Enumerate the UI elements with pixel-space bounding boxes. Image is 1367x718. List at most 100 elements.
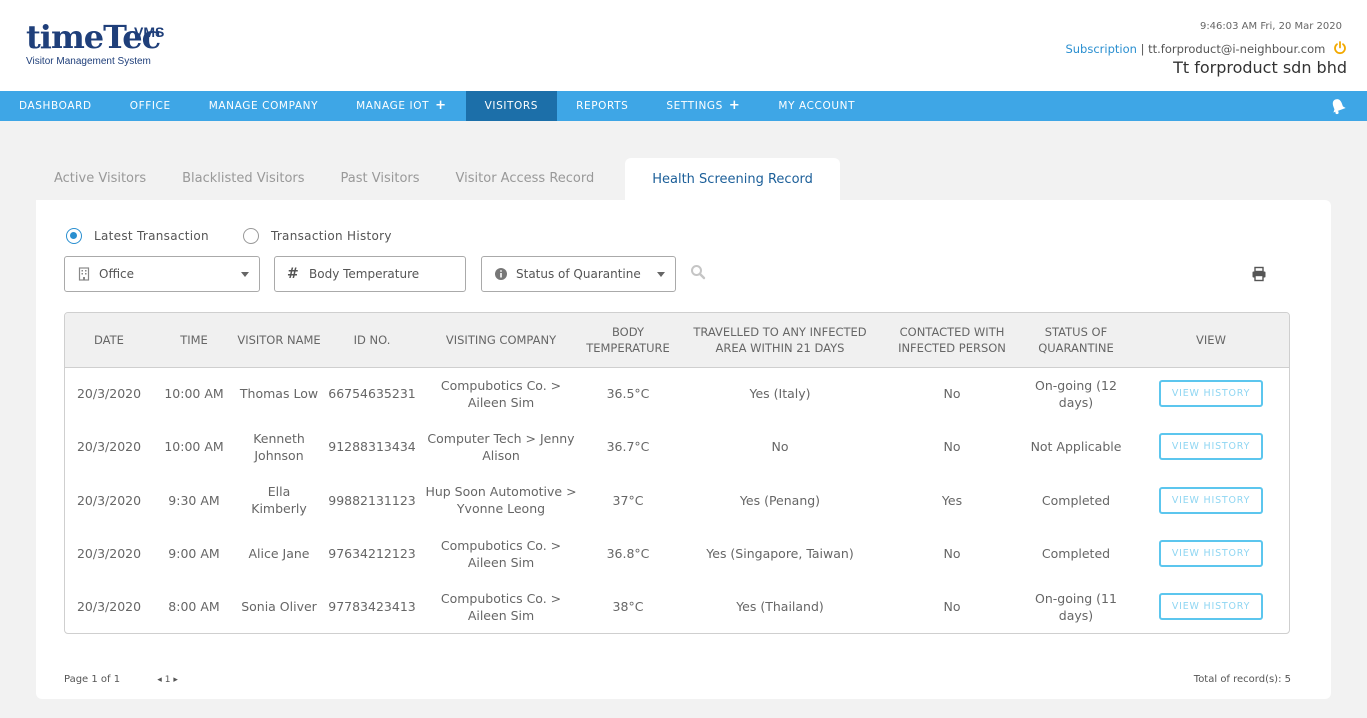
- cell-id-no: 66754635231: [328, 386, 416, 402]
- info-icon: [495, 268, 507, 280]
- current-datetime: 9:46:03 AM Fri, 20 Mar 2020: [1199, 21, 1342, 32]
- table-row: 20/3/2020 9:30 AM Ella Kimberly 99882131…: [65, 474, 1289, 527]
- cell-visitor-name: Alice Jane: [248, 546, 310, 562]
- pagination: Page 1 of 1 ◂ 1 ▸: [64, 674, 178, 685]
- nav-settings[interactable]: SETTINGS +: [647, 91, 759, 121]
- cell-quarantine-status: On-going (12 days): [1035, 377, 1117, 410]
- nav-manage-iot[interactable]: MANAGE IOT +: [337, 91, 465, 121]
- cell-quarantine-status: Not Applicable: [1030, 439, 1122, 455]
- cell-time: 9:00 AM: [168, 546, 220, 562]
- cell-time: 10:00 AM: [164, 439, 224, 455]
- nav-manage-company[interactable]: MANAGE COMPANY: [190, 91, 337, 121]
- radio-label-latest[interactable]: Latest Transaction: [94, 229, 209, 243]
- col-travelled: TRAVELLED TO ANY INFECTED AREA WITHIN 21…: [675, 313, 885, 368]
- quarantine-status-select[interactable]: Status of Quarantine: [481, 256, 676, 292]
- nav-office[interactable]: OFFICE: [111, 91, 190, 121]
- chevron-down-icon: [657, 272, 665, 277]
- cell-view: VIEW HISTORY: [1133, 527, 1289, 580]
- nav-reports[interactable]: REPORTS: [557, 91, 647, 121]
- cell-view: VIEW HISTORY: [1133, 580, 1289, 633]
- office-select-value: Office: [99, 267, 135, 281]
- table-row: 20/3/2020 10:00 AM Thomas Low 6675463523…: [65, 367, 1289, 420]
- cell-quarantine-status: Completed: [1041, 492, 1111, 508]
- col-visiting-company: VISITING COMPANY: [421, 313, 581, 368]
- hash-icon: #: [287, 266, 299, 282]
- nav-my-account[interactable]: MY ACCOUNT: [759, 91, 874, 121]
- col-body-temperature: BODY TEMPERATURE: [581, 313, 675, 368]
- main-nav: DASHBOARD OFFICE MANAGE COMPANY MANAGE I…: [0, 91, 1367, 121]
- office-select[interactable]: Office: [64, 256, 260, 292]
- view-history-button[interactable]: VIEW HISTORY: [1159, 486, 1263, 514]
- power-icon[interactable]: [1333, 41, 1347, 55]
- subscription-link[interactable]: Subscription: [1065, 42, 1136, 56]
- view-history-button[interactable]: VIEW HISTORY: [1159, 540, 1263, 568]
- cell-visitor-name: Thomas Low: [239, 386, 319, 402]
- cell-contacted: No: [943, 599, 961, 615]
- col-quarantine-status: STATUS OF QUARANTINE: [1019, 313, 1133, 368]
- radio-transaction-history[interactable]: [242, 228, 259, 244]
- plus-icon: +: [728, 98, 741, 113]
- table-row: 20/3/2020 8:00 AM Sonia Oliver 977834234…: [65, 580, 1289, 633]
- chevron-down-icon: [241, 272, 249, 277]
- nav-label: OFFICE: [129, 100, 171, 112]
- col-id-no: ID NO.: [323, 313, 421, 368]
- view-history-button[interactable]: VIEW HISTORY: [1159, 593, 1263, 621]
- radio-label-history[interactable]: Transaction History: [271, 229, 392, 243]
- nav-dashboard[interactable]: DASHBOARD: [0, 91, 111, 121]
- tab-visitor-access-record[interactable]: Visitor Access Record: [438, 158, 613, 200]
- page-info: Page 1 of 1: [64, 674, 121, 685]
- body-temperature-placeholder: Body Temperature: [309, 267, 420, 281]
- nav-label: DASHBOARD: [19, 100, 92, 112]
- search-icon[interactable]: [690, 264, 706, 280]
- nav-visitors[interactable]: VISITORS: [465, 91, 558, 121]
- cell-travelled: Yes (Singapore, Taiwan): [706, 546, 854, 562]
- timetec-logo[interactable]: timeTec VMS Visitor Management System: [26, 20, 164, 67]
- view-history-button[interactable]: VIEW HISTORY: [1159, 433, 1263, 461]
- cell-view: VIEW HISTORY: [1133, 420, 1289, 473]
- quarantine-status-value: Status of Quarantine: [516, 267, 641, 281]
- cell-travelled: Yes (Italy): [749, 386, 811, 402]
- cell-date: 20/3/2020: [76, 546, 142, 562]
- cell-visiting-company: Hup Soon Automotive > Yvonne Leong: [425, 484, 577, 517]
- account-info: 9:46:03 AM Fri, 20 Mar 2020 Subscription…: [1065, 20, 1347, 78]
- cell-contacted: No: [943, 546, 961, 562]
- pager-controls: ◂ 1 ▸: [157, 675, 178, 685]
- page-number-1[interactable]: 1: [165, 675, 171, 685]
- notification-bell-icon[interactable]: [1329, 97, 1347, 115]
- plus-icon: +: [435, 98, 447, 113]
- nav-label: SETTINGS: [666, 100, 723, 112]
- cell-time: 8:00 AM: [168, 599, 220, 615]
- health-screening-table: DATE TIME VISITOR NAME ID NO. VISITING C…: [64, 312, 1290, 634]
- nav-label: MANAGE COMPANY: [208, 100, 319, 112]
- col-date: DATE: [65, 313, 153, 368]
- body-temperature-input[interactable]: # Body Temperature: [274, 256, 466, 292]
- print-icon[interactable]: [1251, 266, 1267, 282]
- prev-page-icon[interactable]: ◂: [157, 675, 162, 685]
- tab-health-screening-record[interactable]: Health Screening Record: [625, 158, 840, 200]
- cell-date: 20/3/2020: [76, 439, 142, 455]
- col-time: TIME: [153, 313, 235, 368]
- company-name: Tt forproduct sdn bhd: [1173, 58, 1347, 77]
- cell-travelled: Yes (Thailand): [736, 599, 824, 615]
- radio-latest-transaction[interactable]: [66, 228, 82, 244]
- user-email: tt.forproduct@i-neighbour.com: [1148, 42, 1326, 56]
- tab-blacklisted-visitors[interactable]: Blacklisted Visitors: [164, 158, 322, 200]
- account-line: Subscription | tt.forproduct@i-neighbour…: [1065, 40, 1347, 58]
- logo-vms-badge: VMS: [134, 24, 165, 40]
- cell-body-temperature: 37°C: [612, 492, 644, 508]
- health-screening-panel: Latest Transaction Transaction History O…: [36, 200, 1331, 699]
- col-contacted: CONTACTED WITH INFECTED PERSON: [885, 313, 1019, 368]
- total-records: Total of record(s): 5: [1193, 674, 1291, 685]
- tab-past-visitors[interactable]: Past Visitors: [323, 158, 438, 200]
- cell-id-no: 97634212123: [328, 546, 416, 562]
- next-page-icon[interactable]: ▸: [173, 675, 178, 685]
- cell-visiting-company: Compubotics Co. > Aileen Sim: [440, 590, 562, 623]
- cell-visitor-name: Kenneth Johnson: [253, 430, 305, 463]
- cell-visiting-company: Compubotics Co. > Aileen Sim: [440, 377, 562, 410]
- cell-quarantine-status: On-going (11 days): [1035, 590, 1117, 623]
- cell-body-temperature: 36.5°C: [606, 386, 650, 402]
- cell-visitor-name: Sonia Oliver: [241, 599, 317, 615]
- view-history-button[interactable]: VIEW HISTORY: [1159, 380, 1263, 408]
- tab-active-visitors[interactable]: Active Visitors: [36, 158, 164, 200]
- cell-contacted: Yes: [941, 492, 963, 508]
